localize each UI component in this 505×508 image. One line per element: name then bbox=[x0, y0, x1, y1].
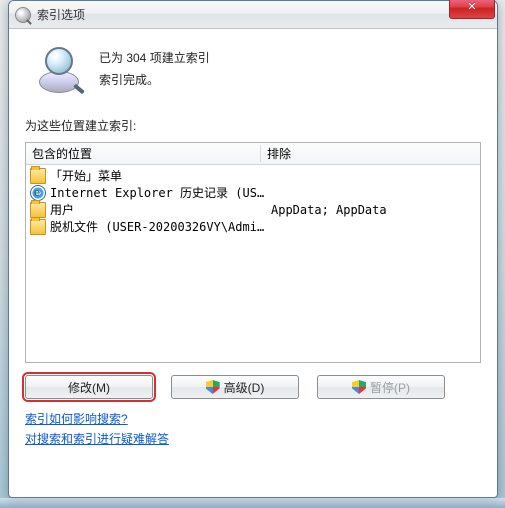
ie-icon bbox=[30, 185, 46, 201]
pause-button: 暂停(P) bbox=[317, 375, 445, 399]
status-text: 已为 304 项建立索引 索引完成。 bbox=[99, 48, 210, 91]
table-row[interactable]: Internet Explorer 历史记录 (USE... bbox=[26, 184, 480, 201]
uac-shield-icon bbox=[352, 380, 366, 394]
column-header-exclude[interactable]: 排除 bbox=[261, 145, 480, 162]
advanced-button-label: 高级(D) bbox=[224, 379, 265, 396]
column-header-location[interactable]: 包含的位置 bbox=[26, 145, 261, 162]
advanced-button[interactable]: 高级(D) bbox=[171, 375, 299, 399]
titlebar[interactable]: 索引选项 ✕ bbox=[9, 1, 497, 29]
row-exclude: AppData; AppData bbox=[265, 203, 480, 217]
index-complete-line: 索引完成。 bbox=[99, 70, 210, 92]
uac-shield-icon bbox=[206, 380, 220, 394]
folder-icon bbox=[30, 219, 46, 235]
window-title: 索引选项 bbox=[37, 6, 85, 23]
modify-button-label: 修改(M) bbox=[68, 379, 110, 396]
modify-button[interactable]: 修改(M) bbox=[25, 375, 153, 399]
locations-label: 为这些位置建立索引: bbox=[25, 117, 481, 134]
folder-icon bbox=[30, 202, 46, 218]
row-location: 脱机文件 (USER-20200326VY\Admin... bbox=[50, 218, 265, 235]
row-location: 用户 bbox=[50, 201, 265, 218]
dialog-content: 已为 304 项建立索引 索引完成。 为这些位置建立索引: 包含的位置 排除 「… bbox=[9, 29, 497, 464]
table-row[interactable]: 「开始」菜单 bbox=[26, 167, 480, 184]
row-location: Internet Explorer 历史记录 (USE... bbox=[50, 184, 265, 201]
close-button[interactable]: ✕ bbox=[449, 0, 495, 19]
taskbar-sliver bbox=[0, 498, 505, 508]
indexing-options-dialog: 索引选项 ✕ 已为 304 项建立索引 索引完成。 为这些位置建立索引: 包含的… bbox=[8, 0, 498, 498]
status-row: 已为 304 项建立索引 索引完成。 bbox=[25, 41, 481, 109]
folder-icon bbox=[30, 168, 46, 184]
table-row[interactable]: 用户AppData; AppData bbox=[26, 201, 480, 218]
list-body: 「开始」菜单Internet Explorer 历史记录 (USE...用户Ap… bbox=[26, 165, 480, 237]
link-troubleshoot[interactable]: 对搜索和索引进行疑难解答 bbox=[25, 429, 169, 449]
locations-list[interactable]: 包含的位置 排除 「开始」菜单Internet Explorer 历史记录 (U… bbox=[25, 142, 481, 363]
button-row: 修改(M) 高级(D) 暂停(P) bbox=[25, 375, 481, 399]
help-links: 索引如何影响搜索? 对搜索和索引进行疑难解答 bbox=[25, 409, 481, 450]
magnifier-icon bbox=[15, 7, 31, 23]
search-disk-icon bbox=[35, 45, 85, 95]
pause-button-label: 暂停(P) bbox=[370, 379, 410, 396]
list-header[interactable]: 包含的位置 排除 bbox=[26, 143, 480, 165]
link-how-affect-search[interactable]: 索引如何影响搜索? bbox=[25, 409, 128, 429]
indexed-count-line: 已为 304 项建立索引 bbox=[99, 48, 210, 70]
row-location: 「开始」菜单 bbox=[50, 167, 265, 184]
table-row[interactable]: 脱机文件 (USER-20200326VY\Admin... bbox=[26, 218, 480, 235]
